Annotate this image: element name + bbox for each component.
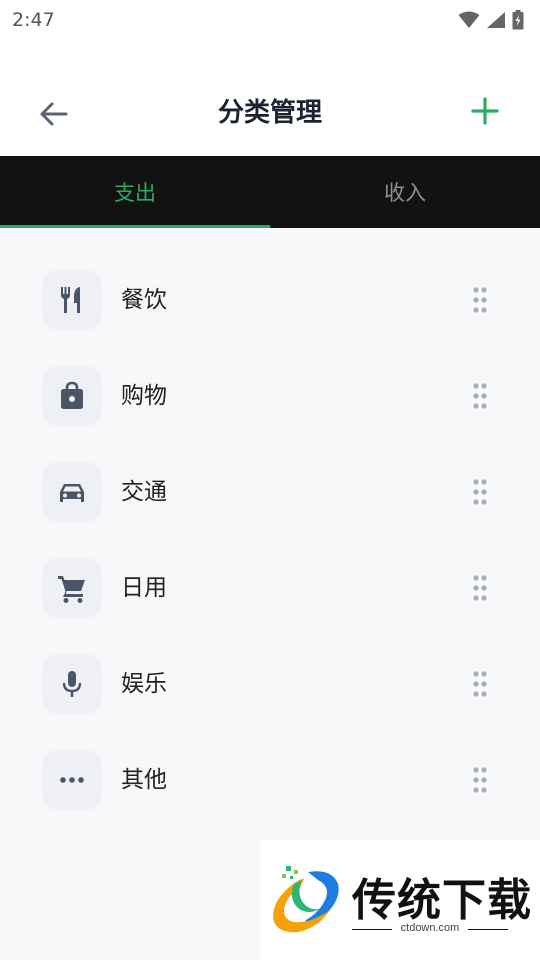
tab-income[interactable]: 收入 <box>270 156 540 228</box>
tab-bar: 支出 收入 <box>0 156 540 228</box>
shopping-bag-icon <box>61 381 83 409</box>
status-icons <box>458 10 528 30</box>
more-dots-icon <box>60 777 84 783</box>
wifi-icon <box>458 11 480 28</box>
category-row-transport[interactable]: 交通 <box>0 444 540 540</box>
category-row-dining[interactable]: 餐饮 <box>0 252 540 348</box>
category-label: 购物 <box>121 383 167 409</box>
category-icon-box <box>42 462 102 522</box>
watermark: 传统下载 ctdown.com <box>260 840 540 960</box>
watermark-title: 传统下载 <box>352 875 532 926</box>
microphone-icon <box>62 671 82 697</box>
category-row-entertainment[interactable]: 娱乐 <box>0 636 540 732</box>
utensils-icon <box>61 287 80 313</box>
drag-handle-icon[interactable] <box>470 573 490 603</box>
plus-icon <box>471 97 499 125</box>
category-label: 娱乐 <box>121 671 167 697</box>
drag-handle-icon[interactable] <box>470 381 490 411</box>
drag-handle-icon[interactable] <box>470 669 490 699</box>
category-row-other[interactable]: 其他 <box>0 732 540 828</box>
category-icon-box <box>42 366 102 426</box>
category-icon-box <box>42 558 102 618</box>
category-label: 餐饮 <box>121 287 167 313</box>
drag-handle-icon[interactable] <box>470 477 490 507</box>
category-row-shopping[interactable]: 购物 <box>0 348 540 444</box>
category-label: 日用 <box>121 575 167 601</box>
cart-icon <box>58 576 85 603</box>
category-icon-box <box>42 654 102 714</box>
status-bar: 2:47 <box>0 0 540 40</box>
category-icon-box <box>42 750 102 810</box>
battery-icon <box>512 10 524 30</box>
watermark-logo-icon <box>273 866 339 933</box>
cellular-signal-icon <box>487 12 505 28</box>
page-title: 分类管理 <box>217 98 322 128</box>
car-icon <box>60 484 84 502</box>
add-category-button[interactable] <box>470 96 500 126</box>
app-bar: 分类管理 <box>0 40 540 156</box>
watermark-subtitle: ctdown.com <box>400 922 460 934</box>
category-label: 交通 <box>121 479 167 505</box>
status-time: 2:47 <box>12 9 55 31</box>
category-label: 其他 <box>121 767 167 793</box>
category-icon-box <box>42 270 102 330</box>
tab-expense[interactable]: 支出 <box>0 156 270 228</box>
drag-handle-icon[interactable] <box>470 285 490 315</box>
category-row-daily[interactable]: 日用 <box>0 540 540 636</box>
drag-handle-icon[interactable] <box>470 765 490 795</box>
